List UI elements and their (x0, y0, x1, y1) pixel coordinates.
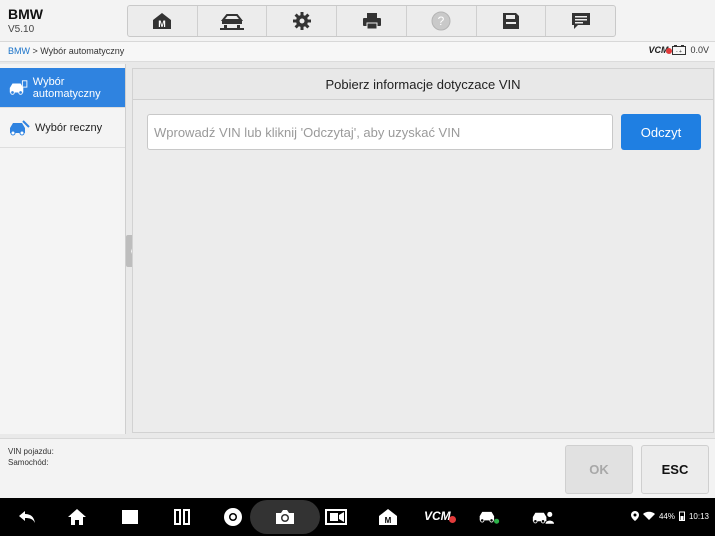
read-vin-button[interactable]: Odczyt (621, 114, 701, 150)
settings-button[interactable] (267, 6, 338, 36)
breadcrumb: BMW > Wybór automatyczny (8, 46, 124, 56)
back-button[interactable] (16, 507, 38, 527)
chrome-icon (224, 508, 242, 526)
back-arrow-icon (19, 511, 35, 523)
ok-button[interactable]: OK (565, 445, 633, 494)
home-m-icon: M (153, 13, 172, 29)
battery-percent: 44% (658, 511, 675, 521)
main-toolbar: M ? (127, 5, 616, 37)
recent-apps-icon (122, 510, 138, 524)
car-person-icon (532, 511, 554, 524)
wifi-icon (642, 511, 655, 520)
esc-button[interactable]: ESC (641, 445, 709, 494)
app-title: BMW (8, 6, 43, 22)
sidebar: Wybór automatyczny Wybór reczny (0, 64, 126, 434)
clock: 10:13 (688, 511, 709, 521)
vcm-nav-button[interactable]: VCM (424, 509, 456, 523)
android-home-button[interactable] (66, 507, 88, 527)
app-version: V5.10 (8, 24, 35, 35)
breadcrumb-separator: > (30, 46, 41, 56)
svg-text:?: ? (438, 14, 445, 28)
svg-text:M: M (159, 19, 167, 29)
split-screen-button[interactable] (171, 507, 193, 527)
help-icon: ? (431, 11, 451, 31)
sidebar-item-auto-select[interactable]: Wybór automatyczny (0, 68, 125, 108)
printer-icon (362, 13, 381, 30)
home-m-icon: M (379, 509, 397, 525)
voltage-readout: 0.0V (690, 45, 709, 55)
home-icon (68, 509, 86, 525)
print-button[interactable] (337, 6, 407, 36)
disconnected-icon (448, 516, 456, 523)
vin-info-label: VIN pojazdu: (8, 447, 54, 456)
vcm-status: VCM (648, 45, 673, 55)
vin-panel: Pobierz informacje dotyczace VIN Odczyt (132, 68, 714, 433)
remote-expert-button[interactable] (532, 507, 554, 527)
breadcrumb-root[interactable]: BMW (8, 46, 30, 56)
help-button[interactable]: ? (407, 6, 477, 36)
battery-level-icon (678, 511, 685, 521)
vin-input[interactable] (147, 114, 613, 150)
svg-text:M: M (385, 516, 392, 525)
breadcrumb-current: Wybór automatyczny (40, 46, 125, 56)
screen-record-icon (325, 509, 347, 525)
panel-title: Pobierz informacje dotyczace VIN (133, 69, 713, 100)
recent-apps-button[interactable] (119, 507, 141, 527)
top-header: BMW V5.10 M ? (0, 0, 715, 42)
car-manual-icon (10, 119, 30, 135)
sidebar-item-manual-select[interactable]: Wybór reczny (0, 108, 125, 148)
save-button[interactable] (477, 6, 547, 36)
car-connected-icon (479, 511, 500, 524)
battery-icon: - + (672, 45, 687, 55)
screen-record-button[interactable] (325, 507, 347, 527)
vehicle-info-footer: VIN pojazdu: Samochód: OK ESC (0, 438, 715, 498)
car-info-label: Samochód: (8, 458, 49, 467)
car-scan-icon (9, 79, 28, 95)
sidebar-item-label: Wybór automatyczny (32, 75, 101, 100)
location-icon (630, 511, 639, 521)
breadcrumb-bar: BMW > Wybór automatyczny VCM - + 0.0V (0, 42, 715, 62)
vehicle-connect-button[interactable] (478, 507, 500, 527)
split-screen-icon (174, 509, 190, 525)
screenshot-button[interactable] (250, 500, 320, 534)
app-home-button[interactable]: M (377, 507, 399, 527)
camera-icon (276, 510, 294, 524)
vehicle-lift-button[interactable] (198, 6, 268, 36)
sidebar-item-label: Wybór reczny (35, 121, 103, 134)
settings-gear-icon (292, 12, 311, 30)
home-button[interactable]: M (128, 6, 198, 36)
browser-button[interactable] (222, 507, 244, 527)
connection-status: VCM - + 0.0V (648, 45, 709, 55)
vehicle-lift-icon (220, 14, 245, 30)
system-nav-bar: M VCM 44% 10:13 (0, 498, 715, 536)
message-icon (571, 13, 590, 29)
system-status: 44% 10:13 (630, 511, 709, 521)
save-icon (502, 13, 519, 29)
messages-button[interactable] (546, 6, 615, 36)
svg-text:- +: - + (676, 49, 682, 55)
